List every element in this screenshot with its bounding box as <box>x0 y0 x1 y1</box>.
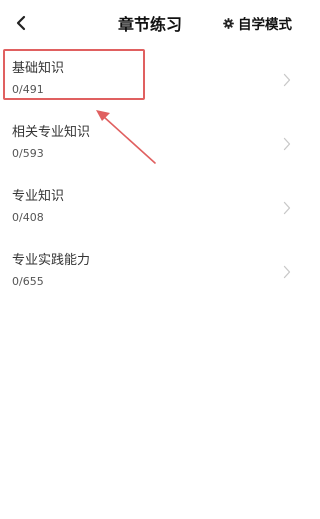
chapter-progress: 0/491 <box>12 83 44 96</box>
chevron-right-icon <box>283 137 291 151</box>
chapter-name: 专业实践能力 <box>12 253 91 268</box>
chevron-right-icon <box>283 265 291 279</box>
chapter-name: 专业知识 <box>12 189 65 204</box>
chapter-item[interactable]: 相关专业知识 0/593 <box>0 112 300 176</box>
chapter-name: 基础知识 <box>12 61 65 76</box>
chapter-item[interactable]: 基础知识 0/491 <box>0 48 300 112</box>
chapter-item[interactable]: 专业知识 0/408 <box>0 176 300 240</box>
gear-icon <box>223 17 234 29</box>
chapter-item[interactable]: 专业实践能力 0/655 <box>0 240 300 304</box>
self-study-mode-button[interactable]: 自学模式 <box>223 13 292 33</box>
chapter-progress: 0/593 <box>12 147 44 160</box>
self-study-mode-label: 自学模式 <box>238 17 292 33</box>
header-bar: 章节练习 自学模式 <box>0 0 300 44</box>
chapter-name: 相关专业知识 <box>12 125 91 140</box>
chapter-progress: 0/408 <box>12 211 44 224</box>
chapter-progress: 0/655 <box>12 275 44 288</box>
chevron-right-icon <box>283 201 291 215</box>
chevron-right-icon <box>283 73 291 87</box>
chapter-list: 基础知识 0/491 相关专业知识 0/593 专业知识 0/408 专业实践能… <box>0 48 300 304</box>
chapter-practice-screen: 章节练习 自学模式 基础知识 0/491 相关专业知识 0/593 专业知识 0… <box>0 0 300 519</box>
